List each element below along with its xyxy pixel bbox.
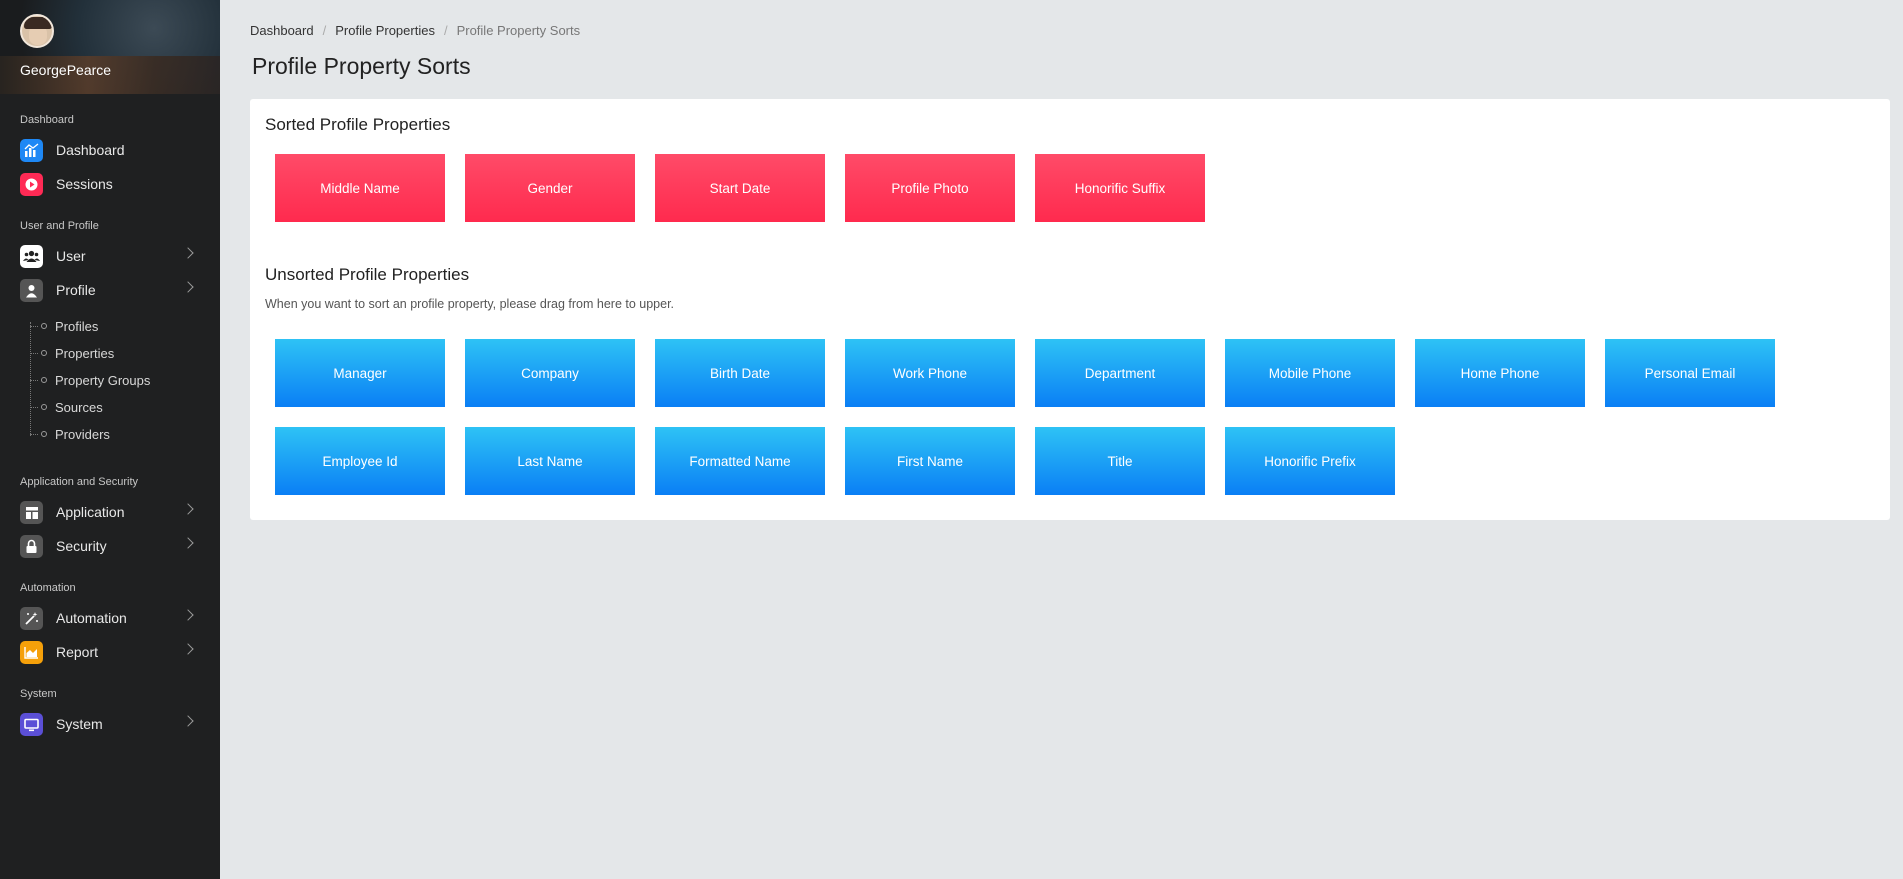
section-dashboard: Dashboard xyxy=(20,114,74,126)
sorted-property-chip[interactable]: Profile Photo xyxy=(845,154,1015,222)
dashboard-icon xyxy=(20,139,43,162)
sidebar-item-sessions[interactable]: Sessions xyxy=(0,169,220,199)
bullet-icon xyxy=(41,431,47,437)
avatar-hair xyxy=(24,17,52,29)
sidebar-item-report[interactable]: Report xyxy=(0,637,220,667)
unsorted-property-chip[interactable]: Work Phone xyxy=(845,339,1015,407)
bullet-icon xyxy=(41,323,47,329)
sidebar-subitem-property-groups[interactable]: Property Groups xyxy=(30,369,150,391)
section-system: System xyxy=(20,688,57,700)
unsorted-property-chip[interactable]: Home Phone xyxy=(1415,339,1585,407)
property-sort-card: Sorted Profile Properties Middle Name Ge… xyxy=(250,99,1890,520)
sorted-property-chip[interactable]: Start Date xyxy=(655,154,825,222)
section-user-and-profile: User and Profile xyxy=(20,220,99,232)
bullet-icon xyxy=(41,404,47,410)
breadcrumb-separator: / xyxy=(443,23,448,38)
sidebar-item-dashboard[interactable]: Dashboard xyxy=(0,135,220,165)
sorted-section-title: Sorted Profile Properties xyxy=(265,115,451,134)
tree-branch xyxy=(30,352,38,354)
sidebar-item-application[interactable]: Application xyxy=(0,497,220,527)
page-title: Profile Property Sorts xyxy=(252,53,471,79)
sidebar-subitem-profiles[interactable]: Profiles xyxy=(30,315,98,337)
tree-branch xyxy=(30,325,38,327)
unsorted-property-chip[interactable]: Personal Email xyxy=(1605,339,1775,407)
area-chart-icon xyxy=(20,641,43,664)
unsorted-hint: When you want to sort an profile propert… xyxy=(265,297,675,311)
lock-icon xyxy=(20,535,43,558)
subitem-label: Sources xyxy=(55,399,103,415)
sidebar-item-label: Security xyxy=(56,538,107,554)
breadcrumb-profile-properties[interactable]: Profile Properties xyxy=(335,23,435,38)
breadcrumb-dashboard[interactable]: Dashboard xyxy=(250,23,314,38)
chevron-right-icon xyxy=(182,281,194,293)
sessions-icon xyxy=(20,173,43,196)
magic-wand-icon xyxy=(20,607,43,630)
tree-branch xyxy=(30,406,38,408)
sidebar-item-system[interactable]: System xyxy=(0,709,220,739)
chevron-right-icon xyxy=(182,537,194,549)
subitem-label: Profiles xyxy=(55,318,99,334)
sidebar-item-automation[interactable]: Automation xyxy=(0,603,220,633)
sorted-property-chip[interactable]: Gender xyxy=(465,154,635,222)
bullet-icon xyxy=(41,350,47,356)
sidebar-item-label: Dashboard xyxy=(56,142,125,158)
application-icon xyxy=(20,501,43,524)
sidebar-item-label: Application xyxy=(56,504,125,520)
sidebar-item-label: Automation xyxy=(56,610,127,626)
unsorted-section-title: Unsorted Profile Properties xyxy=(265,265,470,284)
unsorted-property-chip[interactable]: Title xyxy=(1035,427,1205,495)
unsorted-property-chip[interactable]: Birth Date xyxy=(655,339,825,407)
tree-branch xyxy=(30,433,38,435)
unsorted-property-chip[interactable]: Formatted Name xyxy=(655,427,825,495)
subitem-label: Properties xyxy=(55,345,115,361)
sidebar-item-label: Profile xyxy=(56,282,96,298)
sidebar-item-label: System xyxy=(56,716,103,732)
tree-branch xyxy=(30,379,38,381)
avatar[interactable] xyxy=(20,14,54,48)
sidebar-item-label: Sessions xyxy=(56,176,113,192)
bullet-icon xyxy=(41,377,47,383)
subitem-label: Providers xyxy=(55,426,110,442)
unsorted-property-chip[interactable]: Department xyxy=(1035,339,1205,407)
chevron-right-icon xyxy=(182,609,194,621)
unsorted-property-chip[interactable]: Last Name xyxy=(465,427,635,495)
username[interactable]: GeorgePearce xyxy=(20,62,111,78)
users-icon xyxy=(20,245,43,268)
chevron-right-icon xyxy=(182,715,194,727)
sidebar-item-label: Report xyxy=(56,644,99,660)
sidebar-item-security[interactable]: Security xyxy=(0,531,220,561)
breadcrumb-current: Profile Property Sorts xyxy=(456,23,581,38)
sidebar-profile-header: GeorgePearce xyxy=(0,0,220,94)
unsorted-property-chip[interactable]: Mobile Phone xyxy=(1225,339,1395,407)
unsorted-property-chip[interactable]: First Name xyxy=(845,427,1015,495)
profile-icon xyxy=(20,279,43,302)
chevron-right-icon xyxy=(182,247,194,259)
sidebar-subitem-providers[interactable]: Providers xyxy=(30,423,110,445)
sidebar-item-profile[interactable]: Profile xyxy=(0,275,220,305)
section-automation: Automation xyxy=(20,582,76,594)
sidebar-item-label: User xyxy=(56,248,86,264)
sidebar-subitem-properties[interactable]: Properties xyxy=(30,342,114,364)
sidebar-subitem-sources[interactable]: Sources xyxy=(30,396,103,418)
unsorted-property-chip[interactable]: Employee Id xyxy=(275,427,445,495)
unsorted-property-chip[interactable]: Manager xyxy=(275,339,445,407)
unsorted-property-chip[interactable]: Honorific Prefix xyxy=(1225,427,1395,495)
section-application-and-security: Application and Security xyxy=(20,476,139,488)
sorted-property-chip[interactable]: Middle Name xyxy=(275,154,445,222)
chevron-right-icon xyxy=(182,503,194,515)
breadcrumb-separator: / xyxy=(322,23,327,38)
breadcrumb: Dashboard / Profile Properties / Profile… xyxy=(250,23,580,38)
sidebar-item-user[interactable]: User xyxy=(0,241,220,271)
unsorted-property-chip[interactable]: Company xyxy=(465,339,635,407)
monitor-icon xyxy=(20,713,43,736)
sidebar: GeorgePearce Dashboard Dashboard Session… xyxy=(0,0,220,879)
subitem-label: Property Groups xyxy=(55,372,151,388)
sorted-property-chip[interactable]: Honorific Suffix xyxy=(1035,154,1205,222)
chevron-right-icon xyxy=(182,643,194,655)
